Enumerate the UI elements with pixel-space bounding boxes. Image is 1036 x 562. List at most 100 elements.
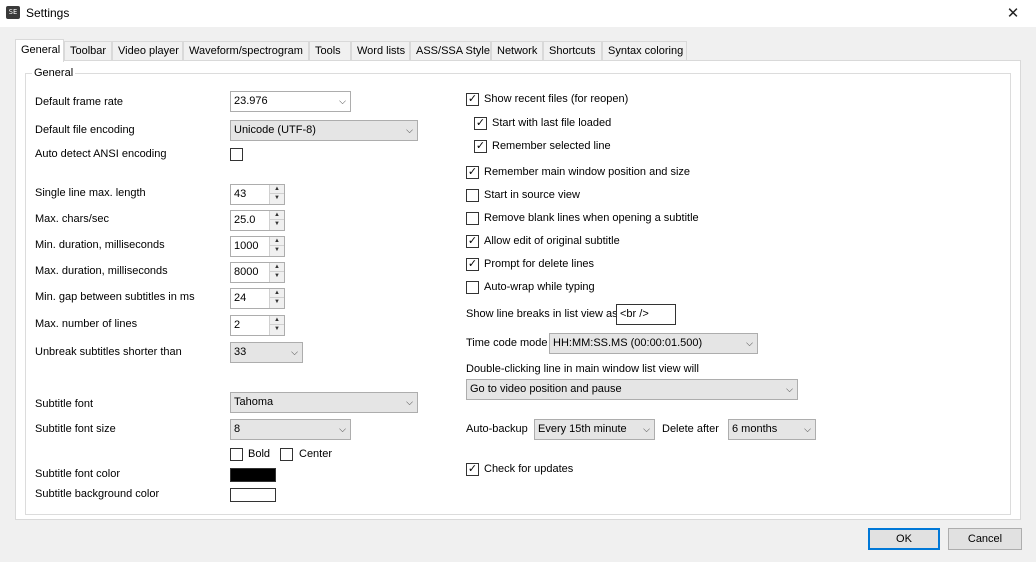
subtitle-font-size-combo[interactable]: 8 ⌵ (230, 419, 351, 440)
spin-down-icon[interactable]: ▼ (270, 272, 284, 281)
auto-backup-combo[interactable]: Every 15th minute ⌵ (534, 419, 655, 440)
check-updates-checkbox[interactable]: ✓ (466, 463, 479, 476)
delete-after-label: Delete after (662, 423, 719, 435)
max-chars-sec-label: Max. chars/sec (35, 213, 109, 225)
chevron-down-icon: ⌵ (746, 338, 753, 348)
min-gap-value: 24 (234, 292, 247, 304)
center-checkbox[interactable] (280, 448, 293, 461)
max-lines-value: 2 (234, 319, 241, 331)
spin-up-icon[interactable]: ▲ (270, 263, 284, 272)
default-frame-rate-combo[interactable]: 23.976 ⌵ (230, 91, 351, 112)
close-icon[interactable]: ✕ (990, 0, 1036, 27)
allow-edit-original-checkbox[interactable]: ✓ (466, 235, 479, 248)
app-icon: SE (6, 6, 20, 19)
double-click-value: Go to video position and pause (470, 383, 622, 395)
auto-detect-ansi-label: Auto detect ANSI encoding (35, 148, 167, 160)
unbreak-shorter-value: 33 (234, 346, 247, 358)
chevron-down-icon: ⌵ (786, 384, 793, 394)
auto-backup-label: Auto-backup (466, 423, 528, 435)
delete-after-combo[interactable]: 6 months ⌵ (728, 419, 816, 440)
tab-shortcuts[interactable]: Shortcuts (543, 41, 602, 61)
chevron-down-icon: ⌵ (339, 96, 346, 106)
tab-network[interactable]: Network (491, 41, 543, 61)
chevron-down-icon: ⌵ (643, 424, 650, 434)
line-breaks-label: Show line breaks in list view as (466, 308, 618, 320)
delete-after-value: 6 months (732, 423, 778, 435)
max-duration-label: Max. duration, milliseconds (35, 265, 168, 277)
prompt-delete-lines-checkbox[interactable]: ✓ (466, 258, 479, 271)
remember-window-checkbox[interactable]: ✓ (466, 166, 479, 179)
spin-up-icon[interactable]: ▲ (270, 211, 284, 220)
spin-down-icon[interactable]: ▼ (270, 325, 284, 334)
spin-buttons: ▲ ▼ (269, 237, 284, 256)
spin-down-icon[interactable]: ▼ (270, 298, 284, 307)
ok-button[interactable]: OK (868, 528, 940, 550)
min-gap-label: Min. gap between subtitles in ms (35, 291, 195, 303)
min-duration-value: 1000 (234, 240, 259, 252)
subtitle-background-color-swatch[interactable] (230, 488, 276, 502)
prompt-delete-lines-label: Prompt for delete lines (484, 258, 595, 270)
cancel-button[interactable]: Cancel (948, 528, 1022, 550)
spin-up-icon[interactable]: ▲ (270, 316, 284, 325)
max-chars-sec-value: 25.0 (234, 214, 256, 226)
max-duration-stepper[interactable]: 8000 ▲ ▼ (230, 262, 285, 283)
start-in-source-view-checkbox[interactable] (466, 189, 479, 202)
subtitle-font-size-value: 8 (234, 423, 241, 435)
tab-syntax-coloring[interactable]: Syntax coloring (602, 41, 687, 61)
bold-checkbox[interactable] (230, 448, 243, 461)
start-with-last-file-checkbox[interactable]: ✓ (474, 117, 487, 130)
subtitle-font-label: Subtitle font (35, 398, 94, 410)
remember-selected-line-label: Remember selected line (492, 140, 611, 152)
tab-word-lists[interactable]: Word lists (351, 41, 410, 61)
tab-video-player[interactable]: Video player (112, 41, 183, 61)
tab-general[interactable]: General (15, 39, 64, 62)
chevron-down-icon: ⌵ (804, 424, 811, 434)
max-chars-sec-stepper[interactable]: 25.0 ▲ ▼ (230, 210, 285, 231)
single-line-max-length-value: 43 (234, 188, 247, 200)
max-lines-stepper[interactable]: 2 ▲ ▼ (230, 315, 285, 336)
group-title: General (32, 67, 76, 79)
single-line-max-length-label: Single line max. length (35, 187, 146, 199)
time-code-mode-combo[interactable]: HH:MM:SS.MS (00:00:01.500) ⌵ (549, 333, 758, 354)
unbreak-shorter-label: Unbreak subtitles shorter than (35, 346, 182, 358)
double-click-combo[interactable]: Go to video position and pause ⌵ (466, 379, 798, 400)
spin-down-icon[interactable]: ▼ (270, 194, 284, 203)
time-code-mode-label: Time code mode (466, 337, 548, 349)
default-file-encoding-value: Unicode (UTF-8) (234, 124, 316, 136)
spin-up-icon[interactable]: ▲ (270, 185, 284, 194)
tab-toolbar[interactable]: Toolbar (64, 41, 112, 61)
start-with-last-file-label: Start with last file loaded (492, 117, 612, 129)
auto-wrap-checkbox[interactable] (466, 281, 479, 294)
default-file-encoding-label: Default file encoding (35, 124, 135, 136)
spin-down-icon[interactable]: ▼ (270, 246, 284, 255)
auto-detect-ansi-checkbox[interactable] (230, 148, 243, 161)
single-line-max-length-stepper[interactable]: 43 ▲ ▼ (230, 184, 285, 205)
tab-ass-ssa-style[interactable]: ASS/SSA Style (410, 41, 491, 61)
center-label: Center (299, 448, 333, 460)
remove-blank-lines-checkbox[interactable] (466, 212, 479, 225)
subtitle-font-color-label: Subtitle font color (35, 468, 120, 480)
min-duration-label: Min. duration, milliseconds (35, 239, 165, 251)
remember-selected-line-checkbox[interactable]: ✓ (474, 140, 487, 153)
chevron-down-icon: ⌵ (339, 424, 346, 434)
subtitle-font-color-swatch[interactable] (230, 468, 276, 482)
general-group: General Default frame rate 23.976 ⌵ Defa… (25, 67, 1011, 515)
min-gap-stepper[interactable]: 24 ▲ ▼ (230, 288, 285, 309)
spin-up-icon[interactable]: ▲ (270, 289, 284, 298)
spin-down-icon[interactable]: ▼ (270, 220, 284, 229)
allow-edit-original-label: Allow edit of original subtitle (484, 235, 620, 247)
remove-blank-lines-label: Remove blank lines when opening a subtit… (484, 212, 699, 224)
tab-tools[interactable]: Tools (309, 41, 351, 61)
line-breaks-input[interactable]: <br /> (616, 304, 676, 325)
default-file-encoding-combo[interactable]: Unicode (UTF-8) ⌵ (230, 120, 418, 141)
window-title: Settings (26, 6, 70, 20)
tab-waveform-spectrogram[interactable]: Waveform/spectrogram (183, 41, 309, 61)
show-recent-files-label: Show recent files (for reopen) (484, 93, 629, 105)
spin-up-icon[interactable]: ▲ (270, 237, 284, 246)
min-duration-stepper[interactable]: 1000 ▲ ▼ (230, 236, 285, 257)
show-recent-files-checkbox[interactable]: ✓ (466, 93, 479, 106)
time-code-mode-value: HH:MM:SS.MS (00:00:01.500) (553, 337, 703, 349)
subtitle-font-combo[interactable]: Tahoma ⌵ (230, 392, 418, 413)
unbreak-shorter-combo[interactable]: 33 ⌵ (230, 342, 303, 363)
remember-window-label: Remember main window position and size (484, 166, 691, 178)
